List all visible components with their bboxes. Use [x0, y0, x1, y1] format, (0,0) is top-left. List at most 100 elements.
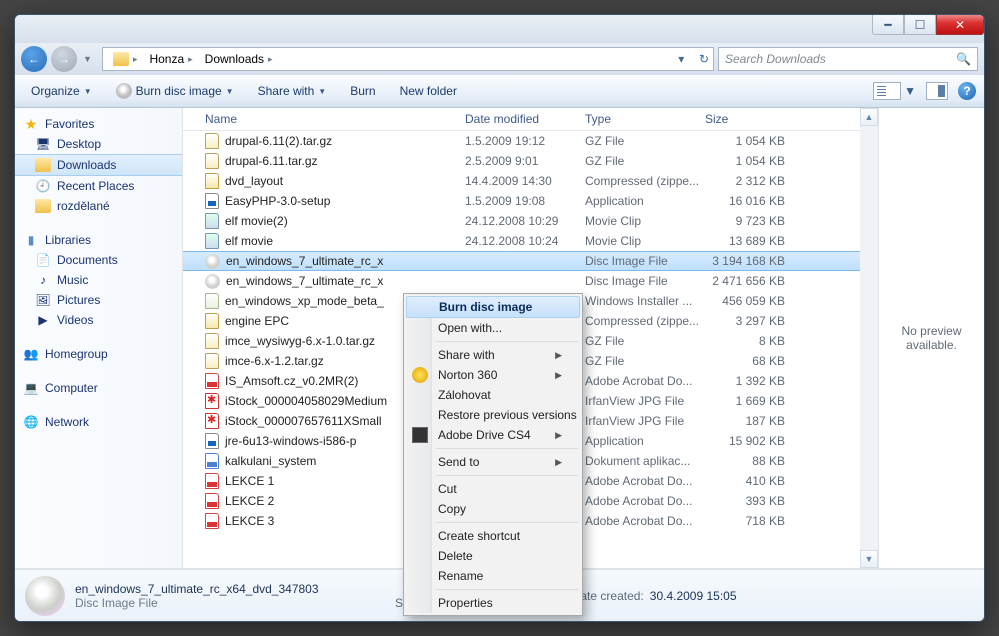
- col-type[interactable]: Type: [585, 112, 705, 126]
- cm-adobe[interactable]: Adobe Drive CS4▶: [406, 425, 580, 445]
- file-icon: [205, 313, 219, 329]
- col-date[interactable]: Date modified: [465, 112, 585, 126]
- file-date: 1.5.2009 19:08: [465, 194, 585, 208]
- sidebar-item-recent[interactable]: 🕘Recent Places: [15, 176, 182, 196]
- sidebar-item-downloads[interactable]: Downloads: [15, 154, 182, 176]
- cm-restore[interactable]: Restore previous versions: [406, 405, 580, 425]
- new-folder-button[interactable]: New folder: [392, 80, 465, 102]
- file-row[interactable]: elf movie24.12.2008 10:24Movie Clip13 68…: [183, 231, 860, 251]
- search-box[interactable]: Search Downloads 🔍: [718, 47, 978, 71]
- file-row[interactable]: elf movie(2)24.12.2008 10:29Movie Clip9 …: [183, 211, 860, 231]
- folder-icon: [35, 198, 51, 214]
- help-button[interactable]: ?: [958, 82, 976, 100]
- sidebar-item-documents[interactable]: 📄Documents: [15, 250, 182, 270]
- maximize-icon: ☐: [915, 18, 926, 32]
- cm-norton[interactable]: Norton 360▶: [406, 365, 580, 385]
- cm-delete[interactable]: Delete: [406, 546, 580, 566]
- cm-share-with[interactable]: Share with▶: [406, 345, 580, 365]
- sidebar-item-desktop[interactable]: 🖥Desktop: [15, 134, 182, 154]
- file-date: 1.5.2009 19:12: [465, 134, 585, 148]
- file-name: en_windows_7_ultimate_rc_x: [226, 274, 383, 288]
- cm-cut[interactable]: Cut: [406, 479, 580, 499]
- file-row[interactable]: en_windows_7_ultimate_rc_xDisc Image Fil…: [183, 271, 860, 291]
- file-icon: [205, 173, 219, 189]
- scroll-track[interactable]: [860, 126, 878, 550]
- sidebar-item-network[interactable]: 🌐Network: [15, 412, 182, 432]
- forward-button[interactable]: →: [51, 46, 77, 72]
- adobe-icon: [412, 427, 428, 443]
- music-icon: ♪: [35, 272, 51, 288]
- cm-burn-disc-image[interactable]: Burn disc image: [406, 296, 580, 318]
- cm-copy[interactable]: Copy: [406, 499, 580, 519]
- refresh-button[interactable]: ↻: [699, 52, 709, 66]
- column-headers: Name Date modified Type Size: [183, 108, 860, 131]
- close-button[interactable]: ✕: [936, 15, 984, 35]
- burn-button[interactable]: Burn: [342, 80, 383, 102]
- file-type: Compressed (zippe...: [585, 174, 705, 188]
- file-icon: [205, 193, 219, 209]
- cm-send-to[interactable]: Send to▶: [406, 452, 580, 472]
- file-type: Movie Clip: [585, 214, 705, 228]
- address-bar[interactable]: ▸ Honza▸ Downloads▸ ▾ ↻: [102, 47, 714, 71]
- cm-properties[interactable]: Properties: [406, 593, 580, 613]
- minimize-button[interactable]: ━: [872, 15, 904, 35]
- address-dropdown-button[interactable]: ▾: [678, 52, 684, 66]
- file-icon: [205, 473, 219, 489]
- favorites-header[interactable]: ★Favorites: [15, 114, 182, 134]
- organize-button[interactable]: Organize▼: [23, 80, 100, 102]
- sidebar-item-music[interactable]: ♪Music: [15, 270, 182, 290]
- col-size[interactable]: Size: [705, 112, 793, 126]
- submenu-arrow-icon: ▶: [555, 457, 562, 468]
- context-menu: Burn disc image Open with... Share with▶…: [403, 293, 583, 616]
- disc-icon: [116, 83, 132, 99]
- file-type: Windows Installer ...: [585, 294, 705, 308]
- cm-rename[interactable]: Rename: [406, 566, 580, 586]
- file-size: 456 059 KB: [705, 294, 793, 308]
- file-name: drupal-6.11.tar.gz: [225, 154, 318, 168]
- crumb-downloads[interactable]: Downloads▸: [199, 50, 279, 68]
- file-size: 9 723 KB: [705, 214, 793, 228]
- share-with-button[interactable]: Share with▼: [250, 80, 335, 102]
- scroll-down-button[interactable]: ▼: [860, 550, 878, 568]
- recent-icon: 🕘: [35, 178, 51, 194]
- sidebar-item-pictures[interactable]: 🖼Pictures: [15, 290, 182, 310]
- crumb-honza[interactable]: Honza▸: [143, 50, 198, 68]
- file-row[interactable]: drupal-6.11(2).tar.gz1.5.2009 19:12GZ Fi…: [183, 131, 860, 151]
- cm-shortcut[interactable]: Create shortcut: [406, 526, 580, 546]
- file-icon: [205, 493, 219, 509]
- back-button[interactable]: ←: [21, 46, 47, 72]
- sidebar-item-videos[interactable]: ▶Videos: [15, 310, 182, 330]
- maximize-button[interactable]: ☐: [904, 15, 936, 35]
- sidebar-item-rozdelane[interactable]: rozdělané: [15, 196, 182, 216]
- documents-icon: 📄: [35, 252, 51, 268]
- file-size: 68 KB: [705, 354, 793, 368]
- burn-disc-image-button[interactable]: Burn disc image▼: [108, 79, 242, 103]
- file-name: IS_Amsoft.cz_v0.2MR(2): [225, 374, 358, 388]
- videos-icon: ▶: [35, 312, 51, 328]
- file-row[interactable]: EasyPHP-3.0-setup1.5.2009 19:08Applicati…: [183, 191, 860, 211]
- details-filename: en_windows_7_ultimate_rc_x64_dvd_347803: [75, 582, 385, 596]
- file-icon: [205, 413, 219, 429]
- file-name: imce_wysiwyg-6.x-1.0.tar.gz: [225, 334, 375, 348]
- file-row[interactable]: dvd_layout14.4.2009 14:30Compressed (zip…: [183, 171, 860, 191]
- scrollbar[interactable]: ▲ ▼: [860, 108, 878, 568]
- cm-open-with[interactable]: Open with...: [406, 318, 580, 338]
- file-date: 2.5.2009 9:01: [465, 154, 585, 168]
- view-mode-button[interactable]: ▼: [873, 82, 916, 100]
- preview-pane-button[interactable]: [926, 82, 948, 100]
- file-size: 2 471 656 KB: [705, 274, 793, 288]
- history-dropdown-button[interactable]: ▼: [81, 54, 94, 64]
- file-row[interactable]: drupal-6.11.tar.gz2.5.2009 9:01GZ File1 …: [183, 151, 860, 171]
- sidebar-item-computer[interactable]: 💻Computer: [15, 378, 182, 398]
- minimize-icon: ━: [884, 18, 891, 32]
- file-name: iStock_000007657611XSmall: [225, 414, 382, 428]
- libraries-header[interactable]: ▮Libraries: [15, 230, 182, 250]
- file-row[interactable]: en_windows_7_ultimate_rc_xDisc Image Fil…: [183, 251, 860, 271]
- back-arrow-icon: ←: [28, 52, 40, 66]
- details-filetype: Disc Image File: [75, 596, 385, 610]
- cm-backup[interactable]: Zálohovat: [406, 385, 580, 405]
- file-name: elf movie(2): [225, 214, 288, 228]
- scroll-up-button[interactable]: ▲: [860, 108, 878, 126]
- sidebar-item-homegroup[interactable]: 👥Homegroup: [15, 344, 182, 364]
- col-name[interactable]: Name: [205, 112, 465, 126]
